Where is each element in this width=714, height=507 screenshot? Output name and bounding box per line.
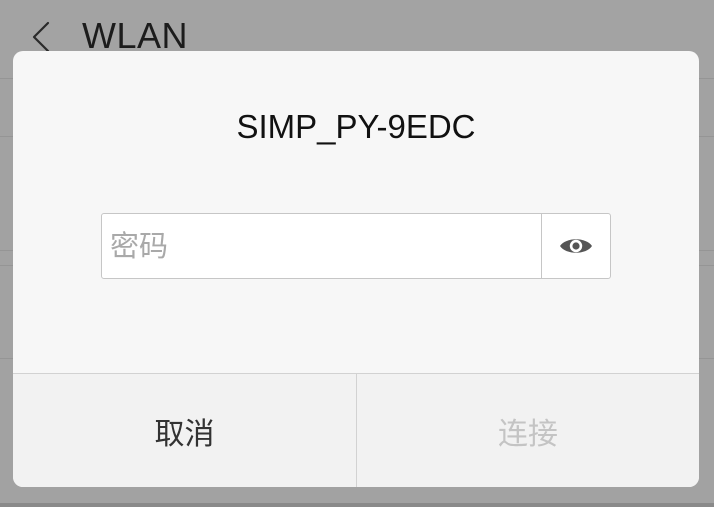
show-password-toggle[interactable] <box>542 214 610 278</box>
wifi-password-dialog: SIMP_PY-9EDC 取消 连接 <box>13 51 699 487</box>
password-input[interactable] <box>102 214 541 278</box>
dialog-title: SIMP_PY-9EDC <box>236 108 476 145</box>
connect-button[interactable]: 连接 <box>357 374 699 487</box>
password-field-container <box>101 213 611 279</box>
chevron-left-icon[interactable] <box>30 20 60 54</box>
screen-bottom-edge <box>0 503 714 507</box>
dialog-footer: 取消 连接 <box>13 373 699 487</box>
cancel-button[interactable]: 取消 <box>13 374 356 487</box>
eye-icon <box>560 239 592 253</box>
